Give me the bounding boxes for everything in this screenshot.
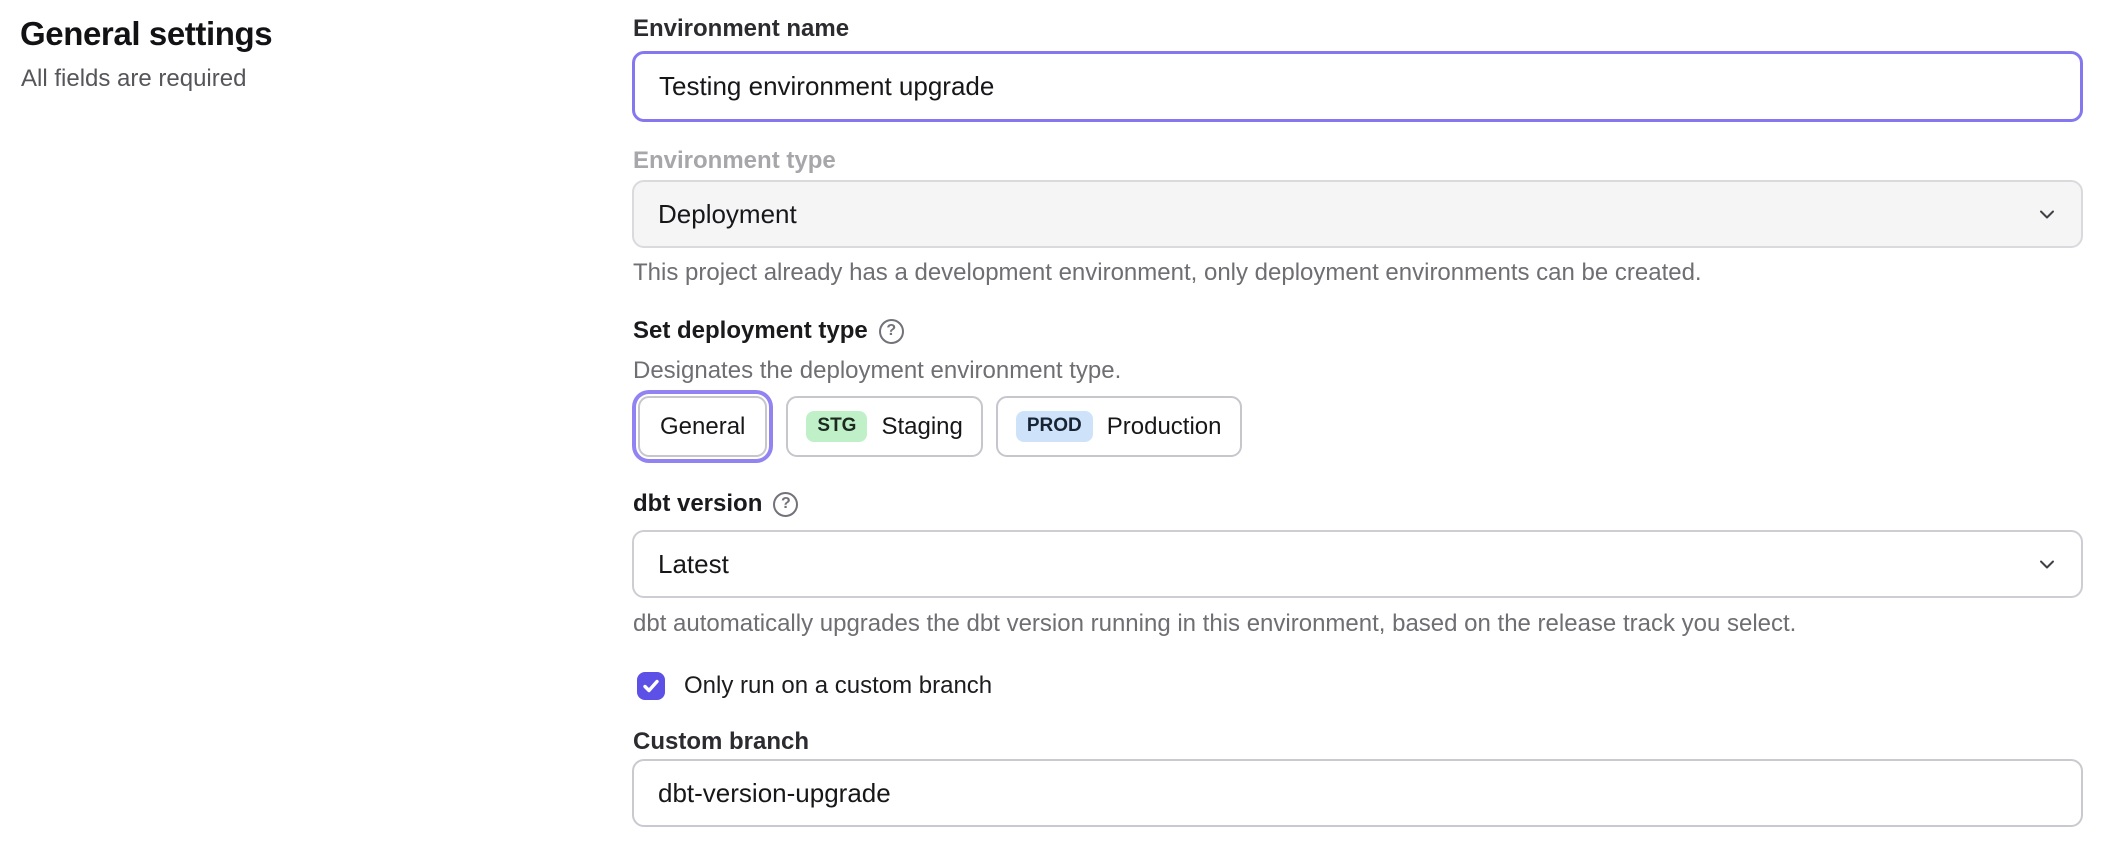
deployment-type-options: General STG Staging PROD Production <box>632 396 2083 457</box>
dbt-version-label: dbt version <box>633 489 762 519</box>
staging-badge: STG <box>806 411 867 442</box>
custom-branch-checkbox[interactable] <box>637 672 665 700</box>
chevron-down-icon <box>2035 202 2059 226</box>
help-icon[interactable]: ? <box>879 319 904 344</box>
environment-name-input[interactable] <box>632 51 2083 122</box>
environment-type-helper: This project already has a development e… <box>633 258 2083 288</box>
environment-settings-page: General settings All fields are required… <box>0 0 2116 827</box>
environment-type-label: Environment type <box>633 146 2083 176</box>
page-subtitle: All fields are required <box>21 64 592 94</box>
option-label: Staging <box>881 413 962 441</box>
deployment-type-label-row: Set deployment type ? <box>633 316 2083 346</box>
custom-branch-label: Custom branch <box>633 727 2083 757</box>
option-label: Production <box>1107 413 1222 441</box>
dbt-version-value: Latest <box>658 549 729 580</box>
custom-branch-toggle-row: Only run on a custom branch <box>637 672 2083 700</box>
custom-branch-input[interactable] <box>632 759 2083 827</box>
settings-heading-panel: General settings All fields are required <box>0 0 632 827</box>
check-icon <box>641 676 661 696</box>
environment-name-label: Environment name <box>633 14 2083 44</box>
custom-branch-checkbox-label: Only run on a custom branch <box>684 672 992 700</box>
help-icon[interactable]: ? <box>773 492 798 517</box>
dbt-version-label-row: dbt version ? <box>633 489 2083 519</box>
deployment-type-option-staging[interactable]: STG Staging <box>786 396 982 457</box>
dbt-version-select[interactable]: Latest <box>632 530 2083 598</box>
dbt-version-helper: dbt automatically upgrades the dbt versi… <box>633 609 2083 639</box>
chevron-down-icon <box>2035 552 2059 576</box>
environment-settings-form: Environment name Environment type Deploy… <box>632 0 2083 827</box>
deployment-type-option-production[interactable]: PROD Production <box>996 396 1242 457</box>
production-badge: PROD <box>1016 411 1093 442</box>
deployment-type-option-general[interactable]: General <box>638 396 767 457</box>
deployment-type-helper: Designates the deployment environment ty… <box>633 356 2083 386</box>
page-title: General settings <box>20 14 592 54</box>
environment-type-select[interactable]: Deployment <box>632 180 2083 248</box>
environment-type-value: Deployment <box>658 199 797 230</box>
deployment-type-label: Set deployment type <box>633 316 868 346</box>
option-label: General <box>660 413 745 441</box>
